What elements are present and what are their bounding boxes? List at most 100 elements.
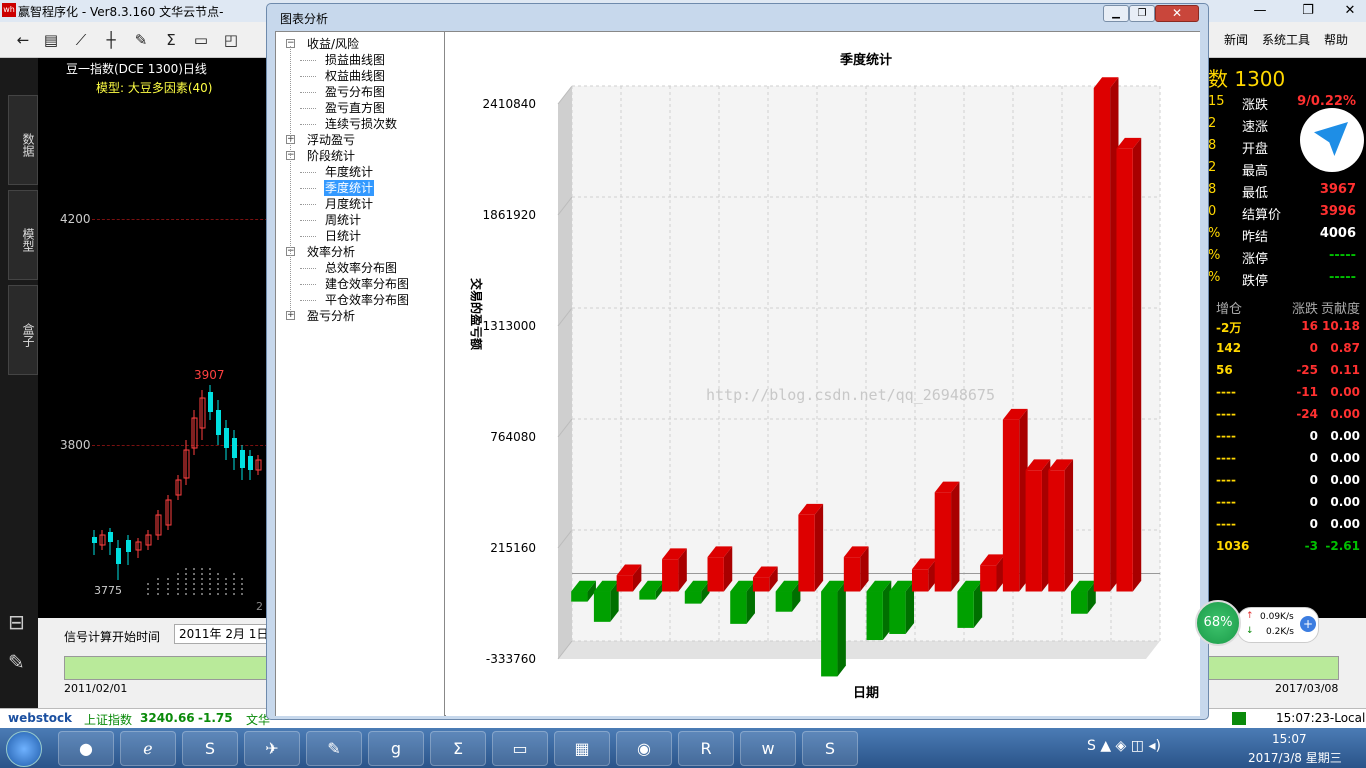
contrib-value: 0.11 [1330, 363, 1360, 377]
app-logo-icon: wh [2, 3, 16, 17]
quarter-bar [1002, 408, 1028, 592]
tree-group[interactable]: 浮动盈亏 [306, 132, 356, 148]
sogou-icon[interactable]: S [182, 731, 238, 766]
monitor-chart-icon[interactable]: ◰ [220, 30, 242, 50]
dialog-minimize-button[interactable]: ▁ [1103, 5, 1129, 22]
range-end-date: 2017/03/08 [1275, 682, 1339, 695]
line-chart-icon[interactable]: ⟋ [70, 30, 92, 50]
contrib-value: 0.87 [1330, 341, 1360, 355]
plus-icon[interactable]: + [1300, 616, 1316, 632]
tree-item[interactable]: 建仓效率分布图 [324, 276, 410, 292]
contrib-position: -2万 [1216, 321, 1242, 335]
pdf-reader-icon[interactable]: ◉ [616, 731, 672, 766]
quarter-bar [1048, 459, 1074, 592]
math-app-icon[interactable]: Σ [430, 731, 486, 766]
rail-tab-data[interactable]: 数据 [8, 95, 38, 185]
chart-analysis-dialog: 图表分析 ▁ ❐ ✕ − 收益/风险 损益曲线图 权益曲线图 盈亏分布图 盈亏直方图 连续亏… [266, 3, 1209, 720]
local-clock: 15:07:23-Local [1276, 711, 1366, 725]
contrib-position: ---- [1216, 385, 1236, 399]
start-date-input[interactable]: 2011年 2月 1日 [174, 624, 274, 644]
memory-gauge[interactable]: 68% [1195, 600, 1241, 646]
wh8-app-icon[interactable]: w [740, 731, 796, 766]
candlestick-chart [92, 385, 262, 595]
price-gridline [92, 219, 273, 220]
dialog-maximize-button[interactable]: ❐ [1129, 5, 1155, 22]
tree-item[interactable]: 周统计 [324, 212, 362, 228]
candlestick-icon[interactable]: ┼ [100, 30, 122, 50]
tree-item[interactable]: 盈亏直方图 [324, 100, 386, 116]
tree-group[interactable]: 效率分析 [306, 244, 356, 260]
tray-icons[interactable]: S ▲ ◈ ◫ ◂) [1087, 738, 1161, 754]
document-icon[interactable]: ▭ [190, 30, 212, 50]
tree-item[interactable]: 月度统计 [324, 196, 374, 212]
tool-app-icon[interactable]: g [368, 731, 424, 766]
quarter-bar [798, 503, 824, 592]
quarter-bar [1116, 137, 1142, 592]
contrib-row: ---- -11 0.00 [1208, 385, 1366, 407]
taskbar-app-icon[interactable]: ● [58, 731, 114, 766]
tree-item[interactable]: 年度统计 [324, 164, 374, 180]
signal-start-label: 信号计算开始时间 [64, 630, 161, 644]
contrib-value: 0.00 [1330, 495, 1360, 509]
quote-row: 15 涨跌 9/0.22% [1208, 94, 1356, 113]
rail-tab-model[interactable]: 模型 [8, 190, 38, 280]
tree-item[interactable]: 平仓效率分布图 [324, 292, 410, 308]
maximize-button[interactable]: ❐ [1288, 2, 1328, 20]
bird-app-icon[interactable]: ✈ [244, 731, 300, 766]
index-name: 上证指数 [84, 713, 133, 727]
rail-tab-box[interactable]: 盒子 [8, 285, 38, 375]
chart-side-wall [558, 86, 572, 659]
dialog-close-button[interactable]: ✕ [1155, 5, 1199, 22]
taskbar-date[interactable]: 2017/3/8 星期三 [1248, 749, 1342, 766]
note-app-icon[interactable]: ✎ [306, 731, 362, 766]
contrib-value: 0.00 [1330, 407, 1360, 421]
taskbar-time[interactable]: 15:07 [1272, 732, 1307, 746]
tree-item[interactable]: 总效率分布图 [324, 260, 398, 276]
contrib-row: ---- 0 0.00 [1208, 451, 1366, 473]
close-button[interactable]: ✕ [1330, 2, 1366, 20]
edit-icon[interactable]: ✎ [8, 650, 25, 674]
contrib-value: 10.18 [1322, 319, 1360, 333]
tree-group[interactable]: 盈亏分析 [306, 308, 356, 324]
r-language-icon[interactable]: R [678, 731, 734, 766]
network-speed-widget[interactable]: ↑ 0.09K/s ↓ 0.2K/s + [1237, 607, 1319, 643]
y-axis-label: 交易的盈亏额 [469, 278, 484, 350]
menu-news[interactable]: 新闻 [1224, 31, 1248, 48]
back-arrow-icon[interactable]: ← [12, 30, 34, 50]
tree-item[interactable]: 损益曲线图 [324, 52, 386, 68]
minimize-button[interactable]: — [1240, 2, 1280, 20]
contrib-row: ---- 0 0.00 [1208, 495, 1366, 517]
tree-item[interactable]: 季度统计 [324, 180, 375, 196]
tree-connector [300, 108, 316, 109]
menu-system-tools[interactable]: 系统工具 [1262, 31, 1310, 48]
archive-app-icon[interactable]: ▦ [554, 731, 610, 766]
monitor-icon[interactable]: ⊟ [8, 610, 25, 634]
quote-title: 数 1300 [1208, 67, 1286, 91]
tree-item[interactable]: 权益曲线图 [324, 68, 386, 84]
tree-item[interactable]: 日统计 [324, 228, 362, 244]
tree-group[interactable]: 阶段统计 [306, 148, 356, 164]
start-button-icon[interactable] [6, 731, 42, 767]
y-tick-label: -333760 [486, 652, 536, 666]
tree-item[interactable]: 盈亏分布图 [324, 84, 386, 100]
tree-item[interactable]: 连续亏损次数 [324, 116, 398, 132]
tree-connector [300, 188, 316, 189]
menu-help[interactable]: 帮助 [1324, 31, 1348, 48]
quarter-bar [866, 580, 892, 641]
contrib-value: 0.00 [1330, 429, 1360, 443]
download-speed: 0.2K/s [1266, 627, 1294, 637]
contrib-row: -2万 16 10.18 [1208, 319, 1366, 341]
contrib-row: 56 -25 0.11 [1208, 363, 1366, 385]
ie-browser-icon[interactable]: ℯ [120, 731, 176, 766]
y-tick-label: 1861920 [483, 208, 536, 222]
range-start-date: 2011/02/01 [64, 682, 128, 695]
table-icon[interactable]: ▤ [40, 30, 62, 50]
quote-row: 0 结算价 3996 [1208, 204, 1356, 223]
contrib-value: 0.00 [1330, 451, 1360, 465]
edit-formula-icon[interactable]: ✎ [130, 30, 152, 50]
tree-group[interactable]: 收益/风险 [306, 36, 360, 52]
sogou-notify-icon[interactable]: S [802, 731, 858, 766]
file-explorer-icon[interactable]: ▭ [492, 731, 548, 766]
sigma-icon[interactable]: Σ [160, 30, 182, 50]
contrib-value: -2.61 [1325, 539, 1360, 553]
